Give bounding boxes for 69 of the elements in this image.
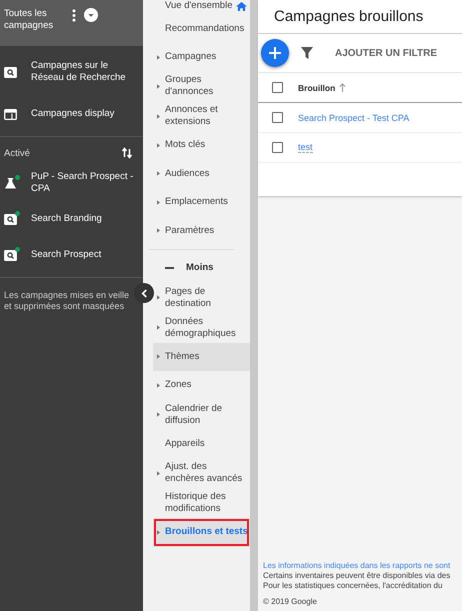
more-icon[interactable] [72, 9, 76, 22]
nav-item[interactable]: Groupes d'annonces [153, 71, 250, 101]
hidden-campaigns-note: Les campagnes mises en veille et supprimées sont masquées [3, 289, 130, 313]
collapse-button[interactable] [134, 283, 154, 303]
add-button[interactable] [261, 39, 289, 67]
add-filter-button[interactable]: AJOUTER UN FILTRE [333, 46, 440, 60]
expand-arrow-icon [157, 84, 160, 88]
chevron-left-icon [140, 288, 148, 298]
campaign-item[interactable]: PuP - Search Prospect - CPA [31, 171, 135, 195]
campaign-type-item[interactable]: Campagnes sur le Réseau de Recherche [31, 60, 135, 84]
expand-arrow-icon [157, 228, 160, 234]
nav-item[interactable]: Appareils [153, 430, 250, 458]
home-icon [236, 2, 248, 10]
nav-item[interactable]: Recommandations [153, 15, 250, 43]
expand-arrow-icon [157, 382, 160, 388]
nav-item[interactable]: Campagnes [153, 43, 250, 71]
sidebar-title: Toutes les campagnes [4, 8, 54, 32]
section-label: Activé [4, 148, 30, 158]
nav-item[interactable]: Zones [153, 371, 250, 400]
nav-item[interactable]: Moins [153, 254, 250, 282]
nav-item[interactable]: Données démographiques [153, 312, 250, 342]
nav-item[interactable]: Mots clés [153, 131, 250, 160]
expand-arrow-icon [157, 142, 160, 148]
scrollbar[interactable] [250, 0, 258, 611]
search-icon [4, 250, 17, 260]
nav-item[interactable]: Ajust. des enchères avancés [153, 458, 250, 488]
expand-arrow-icon [157, 54, 160, 60]
draft-link[interactable]: test [298, 142, 313, 153]
dropdown-icon[interactable] [84, 8, 98, 22]
nav-item[interactable]: Historique des modifications [153, 488, 250, 518]
select-all-checkbox[interactable] [272, 82, 283, 93]
footer-notice: Certains inventaires peuvent être disponibles via des [263, 571, 452, 581]
expand-arrow-icon [157, 470, 160, 476]
expand-arrow-icon [157, 295, 160, 300]
nav-item[interactable]: Calendrier de diffusion [153, 400, 250, 430]
search-icon [4, 214, 17, 224]
nav-item[interactable]: Annonces et extensions [153, 101, 250, 131]
campaign-item[interactable]: Search Prospect [31, 249, 102, 261]
copyright-text: © 2019 Google [263, 597, 318, 607]
expand-arrow-icon [157, 354, 160, 360]
row-checkbox[interactable] [272, 142, 283, 153]
column-header[interactable]: Brouillon [298, 82, 336, 92]
page-title: Campagnes brouillons [258, 0, 462, 34]
expand-arrow-icon [157, 114, 160, 118]
footer-notice: Pour les statistiques concernées, l'accréditation du [263, 581, 444, 591]
campaign-type-item[interactable]: Campagnes display [31, 108, 114, 120]
sort-icon[interactable] [121, 147, 133, 159]
footer-notice: Les informations indiquées dans les rapports ne sont [263, 561, 452, 571]
expand-arrow-icon [157, 171, 160, 176]
expand-arrow-icon [157, 412, 160, 417]
draft-link[interactable]: Search Prospect - Test CPA [298, 112, 410, 122]
search-icon [4, 66, 17, 78]
nav-item[interactable]: Audiences [153, 160, 250, 188]
expand-arrow-icon [157, 530, 160, 535]
nav-item[interactable]: Pages de destination [153, 282, 250, 312]
filter-icon[interactable] [301, 47, 313, 59]
nav-item[interactable]: Paramètres [153, 216, 250, 245]
sort-arrow-icon [339, 83, 346, 92]
expand-arrow-icon [157, 325, 160, 330]
minus-icon [165, 267, 174, 270]
flask-icon [4, 178, 17, 188]
nav-item[interactable]: Vue d'ensemble [153, 0, 250, 15]
display-icon [4, 108, 17, 120]
row-checkbox[interactable] [272, 112, 283, 123]
nav-item[interactable]: Emplacements [153, 188, 250, 216]
campaign-item[interactable]: Search Branding [31, 213, 102, 225]
plus-icon [269, 47, 281, 59]
nav-item[interactable]: Thèmes [153, 342, 250, 371]
expand-arrow-icon [157, 200, 160, 205]
